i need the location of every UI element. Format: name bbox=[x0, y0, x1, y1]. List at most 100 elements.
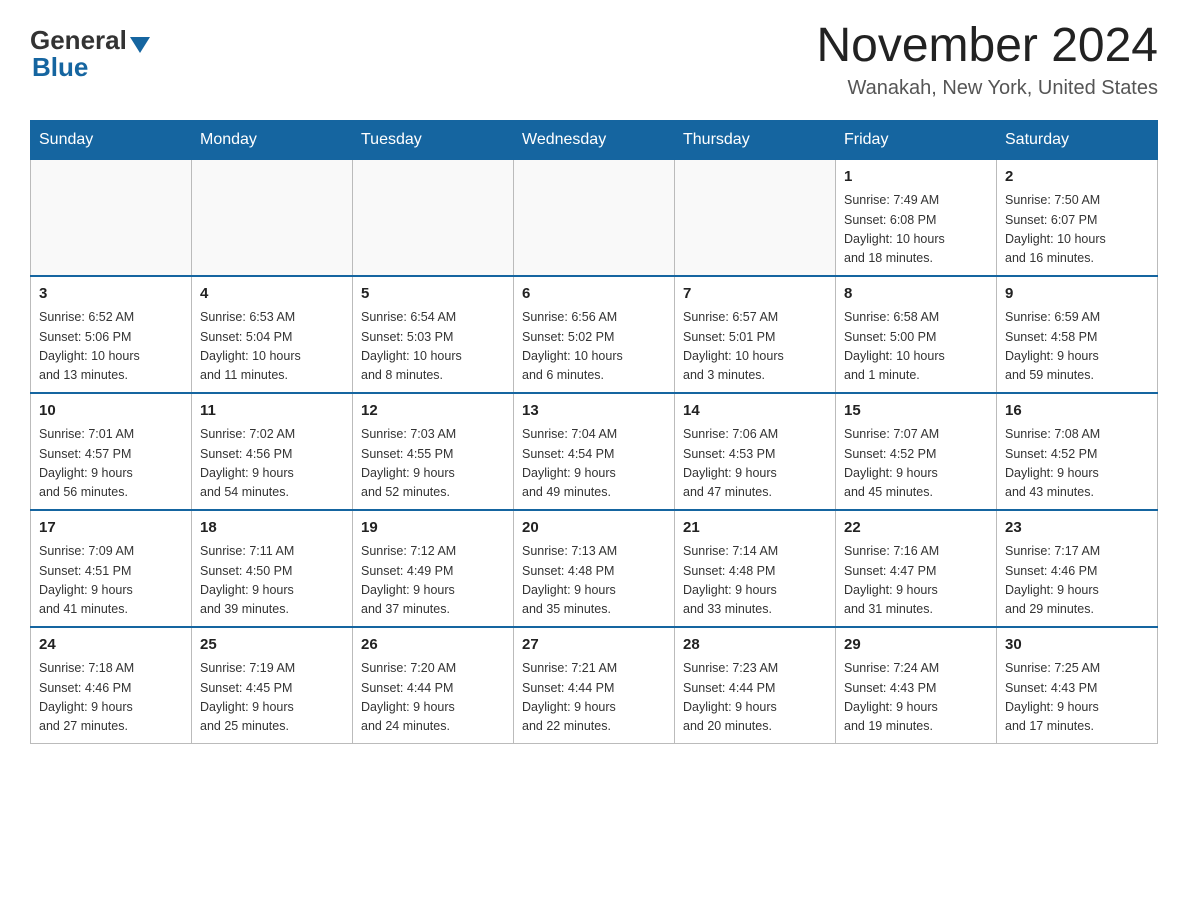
month-title: November 2024 bbox=[816, 20, 1158, 73]
calendar-cell: 20Sunrise: 7:13 AMSunset: 4:48 PMDayligh… bbox=[514, 510, 675, 627]
logo-blue-text: Blue bbox=[30, 52, 88, 83]
day-number: 29 bbox=[844, 634, 988, 657]
day-number: 22 bbox=[844, 517, 988, 540]
calendar-cell: 13Sunrise: 7:04 AMSunset: 4:54 PMDayligh… bbox=[514, 393, 675, 510]
day-number: 5 bbox=[361, 283, 505, 306]
calendar-header-row: SundayMondayTuesdayWednesdayThursdayFrid… bbox=[31, 120, 1158, 159]
calendar-header-friday: Friday bbox=[836, 120, 997, 159]
calendar-cell: 14Sunrise: 7:06 AMSunset: 4:53 PMDayligh… bbox=[675, 393, 836, 510]
day-number: 14 bbox=[683, 400, 827, 423]
location-subtitle: Wanakah, New York, United States bbox=[816, 77, 1158, 100]
day-number: 24 bbox=[39, 634, 183, 657]
day-number: 23 bbox=[1005, 517, 1149, 540]
day-info: Sunrise: 7:21 AMSunset: 4:44 PMDaylight:… bbox=[522, 659, 666, 737]
day-number: 26 bbox=[361, 634, 505, 657]
day-info: Sunrise: 7:25 AMSunset: 4:43 PMDaylight:… bbox=[1005, 659, 1149, 737]
calendar-cell: 7Sunrise: 6:57 AMSunset: 5:01 PMDaylight… bbox=[675, 276, 836, 393]
day-number: 3 bbox=[39, 283, 183, 306]
calendar-header-wednesday: Wednesday bbox=[514, 120, 675, 159]
day-number: 15 bbox=[844, 400, 988, 423]
calendar-week-row: 1Sunrise: 7:49 AMSunset: 6:08 PMDaylight… bbox=[31, 159, 1158, 276]
calendar-cell: 6Sunrise: 6:56 AMSunset: 5:02 PMDaylight… bbox=[514, 276, 675, 393]
calendar-table: SundayMondayTuesdayWednesdayThursdayFrid… bbox=[30, 120, 1158, 744]
calendar-week-row: 10Sunrise: 7:01 AMSunset: 4:57 PMDayligh… bbox=[31, 393, 1158, 510]
day-number: 27 bbox=[522, 634, 666, 657]
calendar-cell bbox=[192, 159, 353, 276]
day-info: Sunrise: 7:01 AMSunset: 4:57 PMDaylight:… bbox=[39, 425, 183, 503]
day-number: 11 bbox=[200, 400, 344, 423]
calendar-cell: 12Sunrise: 7:03 AMSunset: 4:55 PMDayligh… bbox=[353, 393, 514, 510]
day-info: Sunrise: 7:18 AMSunset: 4:46 PMDaylight:… bbox=[39, 659, 183, 737]
day-info: Sunrise: 6:58 AMSunset: 5:00 PMDaylight:… bbox=[844, 308, 988, 386]
day-info: Sunrise: 7:14 AMSunset: 4:48 PMDaylight:… bbox=[683, 542, 827, 620]
calendar-cell bbox=[353, 159, 514, 276]
day-info: Sunrise: 6:56 AMSunset: 5:02 PMDaylight:… bbox=[522, 308, 666, 386]
calendar-cell: 2Sunrise: 7:50 AMSunset: 6:07 PMDaylight… bbox=[997, 159, 1158, 276]
calendar-cell: 25Sunrise: 7:19 AMSunset: 4:45 PMDayligh… bbox=[192, 627, 353, 744]
calendar-cell: 3Sunrise: 6:52 AMSunset: 5:06 PMDaylight… bbox=[31, 276, 192, 393]
day-info: Sunrise: 7:50 AMSunset: 6:07 PMDaylight:… bbox=[1005, 191, 1149, 269]
calendar-cell: 27Sunrise: 7:21 AMSunset: 4:44 PMDayligh… bbox=[514, 627, 675, 744]
calendar-header-tuesday: Tuesday bbox=[353, 120, 514, 159]
calendar-cell: 23Sunrise: 7:17 AMSunset: 4:46 PMDayligh… bbox=[997, 510, 1158, 627]
day-info: Sunrise: 7:11 AMSunset: 4:50 PMDaylight:… bbox=[200, 542, 344, 620]
day-info: Sunrise: 6:53 AMSunset: 5:04 PMDaylight:… bbox=[200, 308, 344, 386]
day-info: Sunrise: 7:23 AMSunset: 4:44 PMDaylight:… bbox=[683, 659, 827, 737]
calendar-cell: 19Sunrise: 7:12 AMSunset: 4:49 PMDayligh… bbox=[353, 510, 514, 627]
day-info: Sunrise: 7:13 AMSunset: 4:48 PMDaylight:… bbox=[522, 542, 666, 620]
day-number: 2 bbox=[1005, 166, 1149, 189]
calendar-cell: 26Sunrise: 7:20 AMSunset: 4:44 PMDayligh… bbox=[353, 627, 514, 744]
day-info: Sunrise: 7:02 AMSunset: 4:56 PMDaylight:… bbox=[200, 425, 344, 503]
calendar-header-saturday: Saturday bbox=[997, 120, 1158, 159]
day-number: 20 bbox=[522, 517, 666, 540]
calendar-cell: 10Sunrise: 7:01 AMSunset: 4:57 PMDayligh… bbox=[31, 393, 192, 510]
day-number: 25 bbox=[200, 634, 344, 657]
day-info: Sunrise: 7:09 AMSunset: 4:51 PMDaylight:… bbox=[39, 542, 183, 620]
calendar-cell: 15Sunrise: 7:07 AMSunset: 4:52 PMDayligh… bbox=[836, 393, 997, 510]
calendar-week-row: 17Sunrise: 7:09 AMSunset: 4:51 PMDayligh… bbox=[31, 510, 1158, 627]
logo: General Blue bbox=[30, 20, 150, 83]
calendar-week-row: 3Sunrise: 6:52 AMSunset: 5:06 PMDaylight… bbox=[31, 276, 1158, 393]
day-info: Sunrise: 7:16 AMSunset: 4:47 PMDaylight:… bbox=[844, 542, 988, 620]
calendar-cell: 9Sunrise: 6:59 AMSunset: 4:58 PMDaylight… bbox=[997, 276, 1158, 393]
calendar-cell: 4Sunrise: 6:53 AMSunset: 5:04 PMDaylight… bbox=[192, 276, 353, 393]
day-number: 7 bbox=[683, 283, 827, 306]
day-number: 18 bbox=[200, 517, 344, 540]
day-info: Sunrise: 7:08 AMSunset: 4:52 PMDaylight:… bbox=[1005, 425, 1149, 503]
calendar-header-thursday: Thursday bbox=[675, 120, 836, 159]
day-info: Sunrise: 7:12 AMSunset: 4:49 PMDaylight:… bbox=[361, 542, 505, 620]
logo-triangle-icon bbox=[130, 37, 150, 53]
calendar-cell: 18Sunrise: 7:11 AMSunset: 4:50 PMDayligh… bbox=[192, 510, 353, 627]
day-number: 17 bbox=[39, 517, 183, 540]
day-info: Sunrise: 7:49 AMSunset: 6:08 PMDaylight:… bbox=[844, 191, 988, 269]
day-number: 16 bbox=[1005, 400, 1149, 423]
day-number: 28 bbox=[683, 634, 827, 657]
calendar-cell bbox=[514, 159, 675, 276]
calendar-header-sunday: Sunday bbox=[31, 120, 192, 159]
calendar-cell: 21Sunrise: 7:14 AMSunset: 4:48 PMDayligh… bbox=[675, 510, 836, 627]
calendar-cell: 17Sunrise: 7:09 AMSunset: 4:51 PMDayligh… bbox=[31, 510, 192, 627]
day-info: Sunrise: 6:54 AMSunset: 5:03 PMDaylight:… bbox=[361, 308, 505, 386]
day-info: Sunrise: 6:59 AMSunset: 4:58 PMDaylight:… bbox=[1005, 308, 1149, 386]
calendar-cell: 22Sunrise: 7:16 AMSunset: 4:47 PMDayligh… bbox=[836, 510, 997, 627]
day-info: Sunrise: 7:06 AMSunset: 4:53 PMDaylight:… bbox=[683, 425, 827, 503]
calendar-cell: 16Sunrise: 7:08 AMSunset: 4:52 PMDayligh… bbox=[997, 393, 1158, 510]
day-number: 6 bbox=[522, 283, 666, 306]
calendar-cell: 11Sunrise: 7:02 AMSunset: 4:56 PMDayligh… bbox=[192, 393, 353, 510]
day-info: Sunrise: 7:03 AMSunset: 4:55 PMDaylight:… bbox=[361, 425, 505, 503]
calendar-cell: 29Sunrise: 7:24 AMSunset: 4:43 PMDayligh… bbox=[836, 627, 997, 744]
day-info: Sunrise: 7:20 AMSunset: 4:44 PMDaylight:… bbox=[361, 659, 505, 737]
day-number: 19 bbox=[361, 517, 505, 540]
day-info: Sunrise: 7:17 AMSunset: 4:46 PMDaylight:… bbox=[1005, 542, 1149, 620]
day-number: 12 bbox=[361, 400, 505, 423]
day-number: 1 bbox=[844, 166, 988, 189]
page-header: General Blue November 2024 Wanakah, New … bbox=[30, 20, 1158, 100]
calendar-cell: 30Sunrise: 7:25 AMSunset: 4:43 PMDayligh… bbox=[997, 627, 1158, 744]
day-info: Sunrise: 7:24 AMSunset: 4:43 PMDaylight:… bbox=[844, 659, 988, 737]
day-number: 10 bbox=[39, 400, 183, 423]
day-info: Sunrise: 7:04 AMSunset: 4:54 PMDaylight:… bbox=[522, 425, 666, 503]
day-number: 9 bbox=[1005, 283, 1149, 306]
calendar-cell: 5Sunrise: 6:54 AMSunset: 5:03 PMDaylight… bbox=[353, 276, 514, 393]
day-number: 21 bbox=[683, 517, 827, 540]
calendar-header-monday: Monday bbox=[192, 120, 353, 159]
